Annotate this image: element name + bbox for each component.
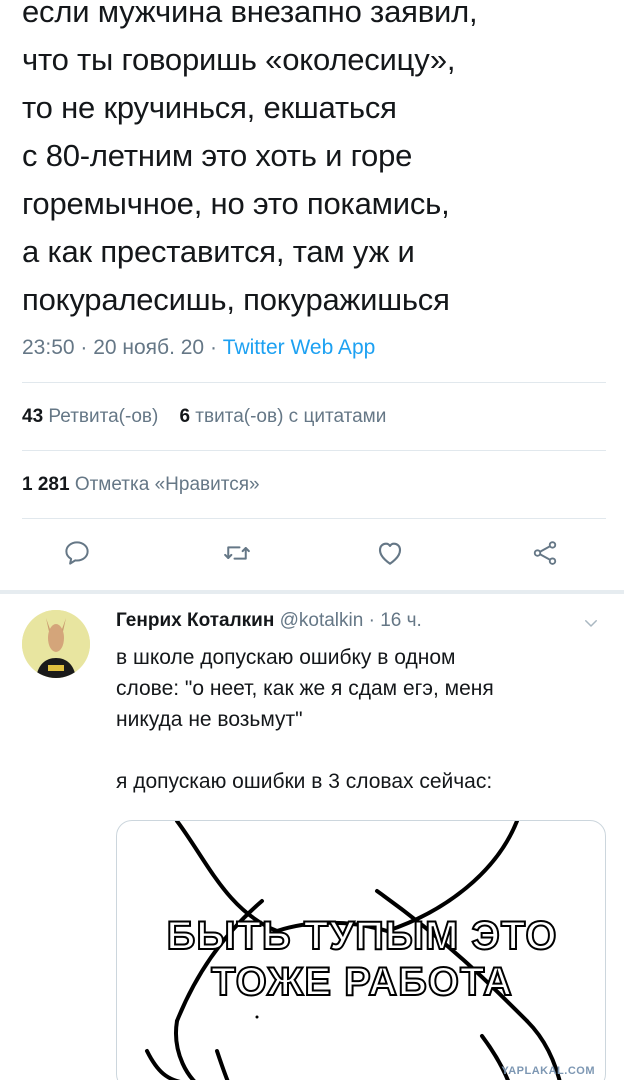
heart-icon bbox=[374, 537, 406, 574]
divider bbox=[22, 382, 606, 383]
action-bar bbox=[0, 538, 624, 574]
chevron-down-icon[interactable] bbox=[582, 614, 600, 637]
reply-button[interactable] bbox=[60, 538, 94, 572]
tweet-text: если мужчина внезапно заявил, что ты гов… bbox=[22, 0, 612, 324]
share-button[interactable] bbox=[528, 538, 562, 572]
reply-line: никуда не возьмут" bbox=[116, 708, 303, 731]
section-divider bbox=[0, 590, 624, 594]
tweet-client-link[interactable]: Twitter Web App bbox=[223, 336, 376, 359]
tweet-timestamp[interactable]: 23:50 · 20 нояб. 20 · bbox=[22, 336, 223, 359]
likes-stats: 1 281 Отметка «Нравится» bbox=[22, 474, 260, 496]
meme-caption-line1: БЫТЬ ТУПЫМ ЭТО bbox=[166, 913, 558, 959]
like-button[interactable] bbox=[373, 538, 407, 572]
tweet-line: что ты говоришь «околесицу», bbox=[22, 42, 456, 77]
retweets-link[interactable]: 43 Ретвита(-ов) bbox=[22, 406, 158, 427]
meme-caption-line2: ТОЖЕ РАБОТА bbox=[210, 959, 513, 1005]
retweets-count: 43 bbox=[22, 406, 44, 427]
retweets-label: Ретвита(-ов) bbox=[43, 406, 159, 427]
share-icon bbox=[530, 538, 560, 573]
retweet-icon bbox=[222, 538, 252, 573]
tweet-line: то не кручинься, екшаться bbox=[22, 90, 397, 125]
quotes-label: твита(-ов) с цитатами bbox=[190, 406, 387, 427]
quotes-count: 6 bbox=[179, 406, 191, 427]
divider bbox=[22, 450, 606, 451]
retweet-button[interactable] bbox=[220, 538, 254, 572]
reply-line: слове: "о неет, как же я сдам егэ, меня bbox=[116, 677, 494, 700]
likes-link[interactable]: 1 281 Отметка «Нравится» bbox=[22, 474, 260, 495]
tweet-line: если мужчина внезапно заявил, bbox=[22, 0, 478, 29]
reply-line: я допускаю ошибки в 3 словах сейчас: bbox=[116, 770, 493, 793]
author-name[interactable]: Генрих Коталкин bbox=[116, 610, 274, 631]
tweet-line: покуралесишь, покуражишься bbox=[22, 282, 450, 317]
reply-line: в школе допускаю ошибку в одном bbox=[116, 646, 456, 669]
watermark: YAPLAKAL.COM bbox=[501, 1065, 595, 1077]
reply-text: в школе допускаю ошибку в одном слове: "… bbox=[116, 642, 606, 797]
tweet-line: горемычное, но это покамись, bbox=[22, 186, 450, 221]
reply-icon bbox=[62, 538, 92, 573]
tweet-meta: 23:50 · 20 нояб. 20 · Twitter Web App bbox=[22, 336, 375, 360]
media-image[interactable]: БЫТЬ ТУПЫМ ЭТО ТОЖЕ РАБОТА YAPLAKAL.COM bbox=[116, 820, 606, 1080]
reply-line bbox=[116, 735, 606, 766]
likes-count: 1 281 bbox=[22, 474, 70, 495]
retweet-stats: 43 Ретвита(-ов) 6 твита(-ов) с цитатами bbox=[22, 406, 386, 428]
reply-header: Генрих Коталкин @kotalkin · 16 ч. bbox=[116, 610, 422, 632]
tweet-line: с 80-летним это хоть и горе bbox=[22, 138, 413, 173]
avatar[interactable] bbox=[22, 610, 90, 678]
tweet-line: а как преставится, там уж и bbox=[22, 234, 415, 269]
quotes-link[interactable]: 6 твита(-ов) с цитатами bbox=[179, 406, 386, 427]
divider bbox=[22, 518, 606, 519]
author-handle: @kotalkin · 16 ч. bbox=[274, 610, 422, 631]
likes-label: Отметка «Нравится» bbox=[69, 474, 260, 495]
